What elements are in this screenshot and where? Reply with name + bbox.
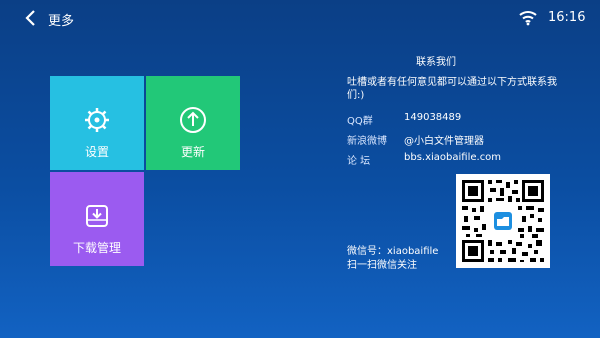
download-tray-icon (86, 205, 108, 227)
qq-group-value: 149038489 (404, 112, 462, 123)
contact-title: 联系我们 (416, 57, 456, 68)
wechat-qr-code (456, 174, 550, 268)
download-manager-label: 下载管理 (72, 241, 121, 255)
wechat-scan-hint: 扫一扫微信关注 (347, 260, 417, 271)
status-time: 16:16 (548, 10, 586, 25)
page-title: 更多 (48, 14, 75, 29)
update-label: 更新 (180, 145, 205, 159)
gear-icon (85, 108, 109, 132)
wifi-icon (519, 11, 537, 26)
qr-code-icon (462, 180, 544, 262)
top-bar: 更多 16:16 (0, 0, 600, 36)
upload-arrow-icon (180, 107, 206, 133)
weibo-label: 新浪微博 (347, 136, 387, 147)
contact-description: 吐槽或者有任何意见都可以通过以下方式联系我们:) (347, 77, 557, 101)
back-chevron-icon[interactable] (22, 9, 40, 27)
wechat-id: 微信号：xiaobaifile (347, 246, 439, 257)
download-manager-tile[interactable]: 下载管理 (50, 172, 144, 266)
forum-label: 论 坛 (347, 156, 371, 167)
weibo-value: @小白文件管理器 (404, 136, 484, 147)
settings-label: 设置 (84, 145, 109, 159)
settings-tile[interactable]: 设置 (50, 76, 144, 170)
update-tile[interactable]: 更新 (146, 76, 240, 170)
qq-group-label: QQ群 (347, 116, 373, 127)
forum-value: bbs.xiaobaifile.com (404, 152, 502, 163)
